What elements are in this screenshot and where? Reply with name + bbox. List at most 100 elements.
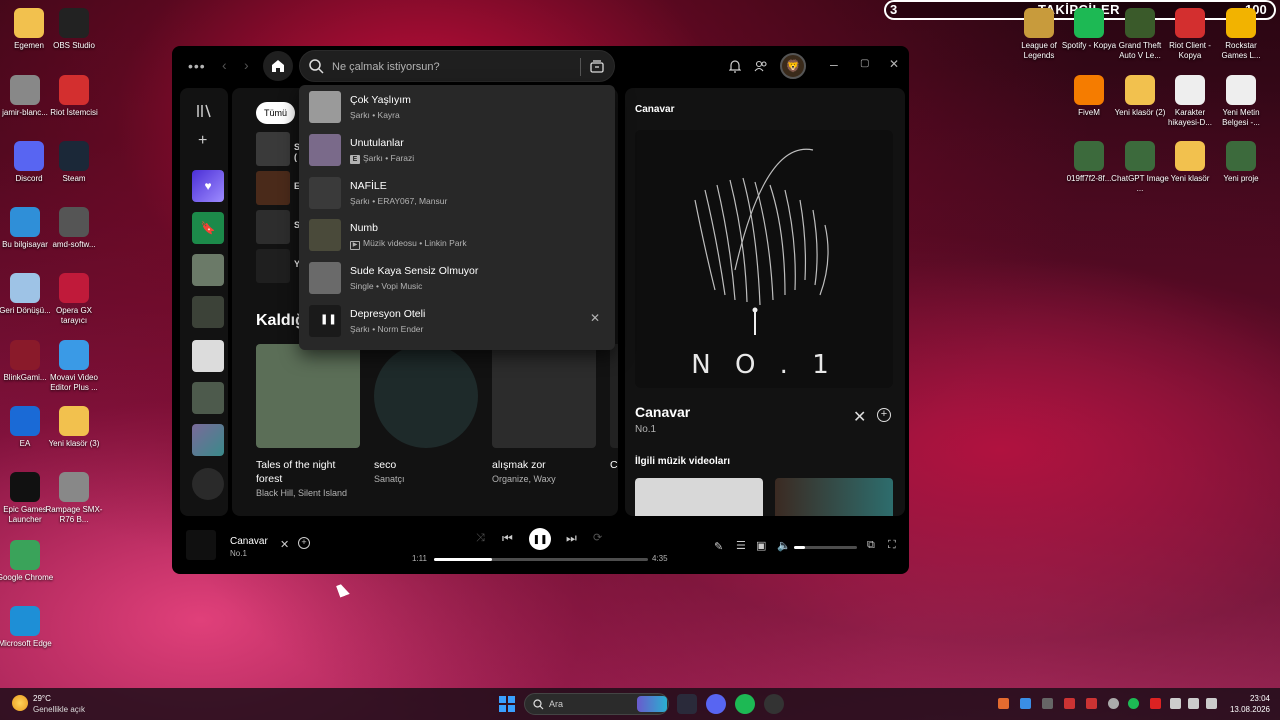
lyrics-icon[interactable]: ✎	[714, 540, 723, 553]
desktop-icon-3[interactable]: Riot İstemcisi	[45, 75, 103, 118]
library-item-thumb[interactable]	[192, 382, 224, 414]
volume-icon[interactable]: 🔈	[777, 539, 791, 552]
queue-icon[interactable]: ☰	[736, 539, 746, 552]
search-recent-item[interactable]: NAFİLE Şarkı • ERAY067, Mansur	[299, 171, 615, 214]
progress-bar[interactable]	[434, 558, 648, 561]
home-button[interactable]	[263, 51, 293, 81]
add-icon[interactable]: +	[298, 537, 310, 549]
tray-app-icon[interactable]	[1064, 698, 1075, 709]
more-icon[interactable]: •••	[188, 58, 206, 74]
search-input[interactable]: Ne çalmak istiyorsun?	[332, 61, 440, 73]
desktop-icon-7[interactable]: Karakter hikayesi-D...	[1161, 75, 1219, 128]
desktop-icon-17[interactable]: Microsoft Edge	[0, 606, 54, 649]
remove-recent-icon[interactable]: ✕	[590, 311, 600, 325]
next-icon[interactable]: ⏭	[566, 531, 577, 546]
pause-button[interactable]: ❚❚	[529, 528, 551, 550]
windows-start-icon[interactable]	[499, 696, 515, 712]
desktop-icon-1[interactable]: Spotify - Kopya	[1060, 8, 1118, 51]
close-icon[interactable]: ✕	[889, 57, 899, 71]
forward-icon[interactable]: ›	[244, 57, 249, 73]
recent-item[interactable]: S (	[256, 132, 300, 166]
content-card[interactable]: Tales of the night forest Black Hill, Sil…	[256, 344, 360, 498]
discord-taskbar-icon[interactable]	[706, 694, 726, 714]
volume-slider[interactable]	[794, 546, 857, 549]
player-thumb[interactable]	[186, 530, 216, 560]
desktop-icon-4[interactable]: Rockstar Games L...	[1212, 8, 1270, 61]
minimize-icon[interactable]: –	[830, 56, 838, 72]
library-item-thumb[interactable]	[192, 424, 224, 456]
network-icon[interactable]	[1188, 698, 1199, 709]
recent-item[interactable]: Y	[256, 249, 300, 283]
back-icon[interactable]: ‹	[222, 57, 227, 73]
filter-chip-all[interactable]: Tümü	[256, 102, 296, 124]
library-item-thumb[interactable]	[192, 296, 224, 328]
desktop-icon-16[interactable]: Google Chrome	[0, 540, 54, 583]
cloud-icon[interactable]	[1108, 698, 1119, 709]
friends-icon[interactable]	[754, 60, 768, 72]
maximize-icon[interactable]: ▢	[860, 58, 869, 69]
tray-app-icon[interactable]	[1020, 698, 1031, 709]
desktop-icon-11[interactable]: Yeni klasör	[1161, 141, 1219, 184]
desktop-icon-8[interactable]: Yeni Metin Belgesi -...	[1212, 75, 1270, 128]
recent-item[interactable]: S	[256, 210, 300, 244]
desktop-icon-5[interactable]: FiveM	[1060, 75, 1118, 118]
desktop-icon-7[interactable]: amd-softw...	[45, 207, 103, 250]
search-recent-item[interactable]: ❚❚ Depresyon Oteli Şarkı • Norm Ender ✕	[299, 299, 615, 342]
pause-icon[interactable]: ❚❚	[320, 314, 337, 325]
weather-temp[interactable]: 29°C	[33, 694, 51, 703]
weather-icon[interactable]	[12, 695, 28, 711]
spotify-taskbar-icon[interactable]	[735, 694, 755, 714]
library-item-thumb[interactable]	[192, 340, 224, 372]
content-card[interactable]: C	[610, 344, 618, 474]
tray-app-icon[interactable]	[998, 698, 1009, 709]
hide-icon[interactable]: ✕	[280, 538, 289, 551]
desktop-icon-9[interactable]: 019ff7f2-8f...	[1060, 141, 1118, 184]
shuffle-icon[interactable]: ⤨	[476, 532, 485, 545]
clock[interactable]: 23:04 13.08.2026	[1228, 693, 1270, 715]
tray-app-icon[interactable]	[1086, 698, 1097, 709]
add-to-library-icon[interactable]: +	[877, 408, 891, 422]
close-panel-icon[interactable]: ✕	[853, 407, 866, 427]
search-bar[interactable]: Ne çalmak istiyorsun?	[299, 50, 615, 82]
previous-icon[interactable]: ⏮	[502, 531, 513, 546]
now-playing-title[interactable]: Canavar	[635, 404, 690, 420]
content-card[interactable]: seco Sanatçı	[374, 344, 478, 484]
player-track-album[interactable]: No.1	[230, 549, 247, 558]
library-item-thumb[interactable]	[192, 254, 224, 286]
taskbar-search[interactable]: Ara	[524, 693, 669, 715]
saved-episodes-thumb[interactable]: 🔖	[192, 212, 224, 244]
desktop-icon-3[interactable]: Riot Client - Kopya	[1161, 8, 1219, 61]
avatar[interactable]: 🦁	[780, 53, 806, 79]
microphone-icon[interactable]	[1170, 698, 1181, 709]
library-icon[interactable]	[196, 104, 212, 118]
desktop-icon-12[interactable]: Yeni proje	[1212, 141, 1270, 184]
spotify-tray-icon[interactable]	[1128, 698, 1139, 709]
search-recent-item[interactable]: Sude Kaya Sensiz Olmuyor Single • Vopi Mu…	[299, 256, 615, 299]
desktop-icon-13[interactable]: Yeni klasör (3)	[45, 406, 103, 449]
player-track-title[interactable]: Canavar	[230, 536, 268, 547]
desktop-icon-11[interactable]: Movavi Video Editor Plus ...	[45, 340, 103, 393]
search-recent-item[interactable]: Unutulanlar E Şarkı • Farazi	[299, 128, 615, 171]
mini-player-icon[interactable]: ⧉	[867, 539, 875, 552]
now-playing-album[interactable]: No.1	[635, 424, 656, 435]
fullscreen-icon[interactable]: ⛶	[888, 539, 896, 552]
liked-songs-thumb[interactable]: ♥	[192, 170, 224, 202]
devices-icon[interactable]: ▣	[756, 539, 766, 552]
library-item-thumb[interactable]	[192, 468, 224, 500]
tray-app-icon[interactable]	[1042, 698, 1053, 709]
obs-taskbar-icon[interactable]	[764, 694, 784, 714]
add-icon[interactable]: +	[198, 132, 207, 150]
search-recent-item[interactable]: Çok Yaşlıyım Şarkı • Kayra	[299, 85, 615, 128]
desktop-icon-5[interactable]: Steam	[45, 141, 103, 184]
desktop-icon-1[interactable]: OBS Studio	[45, 8, 103, 51]
weather-status[interactable]: Genellikle açık	[33, 705, 85, 714]
related-video-thumb[interactable]	[775, 478, 893, 516]
speaker-icon[interactable]	[1206, 698, 1217, 709]
repeat-icon[interactable]: ⟳	[593, 531, 602, 544]
task-view-icon[interactable]	[677, 694, 697, 714]
bell-icon[interactable]	[729, 60, 741, 73]
desktop-icon-15[interactable]: Rampage SMX-R76 B...	[45, 472, 103, 525]
search-recent-item[interactable]: Numb ▶ Müzik videosu • Linkin Park	[299, 213, 615, 256]
tray-app-icon[interactable]	[1150, 698, 1161, 709]
browse-icon[interactable]	[590, 60, 604, 73]
